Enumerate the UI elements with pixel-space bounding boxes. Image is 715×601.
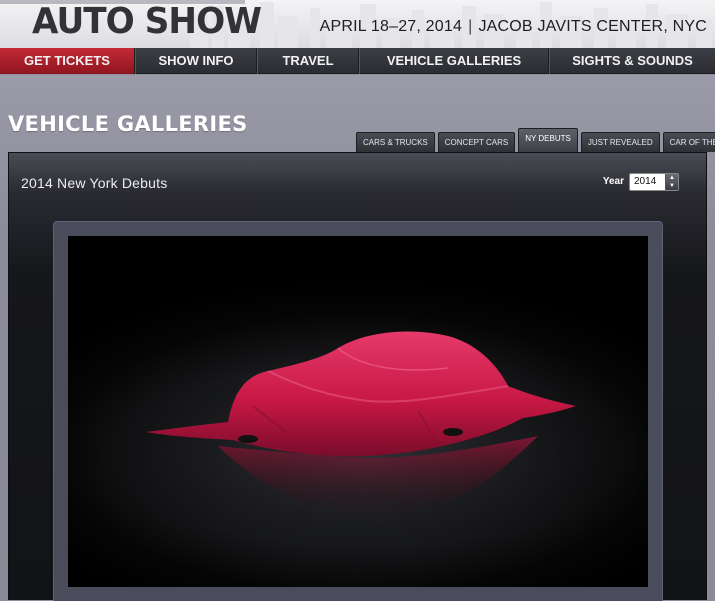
- gallery-title: 2014 New York Debuts: [21, 175, 168, 191]
- year-value: 2014: [634, 176, 657, 187]
- nav-travel[interactable]: TRAVEL: [257, 48, 359, 74]
- site-logo[interactable]: AUTO SHOW: [32, 2, 262, 42]
- year-select[interactable]: 2014 ▲ ▼: [629, 173, 679, 191]
- tab-ny-debuts[interactable]: NY DEBUTS: [518, 128, 578, 152]
- nav-show-info[interactable]: SHOW INFO: [135, 48, 257, 74]
- covered-car-photo[interactable]: [68, 236, 648, 587]
- gallery-image-frame: [53, 221, 663, 601]
- year-label: Year: [602, 176, 624, 187]
- page-title: VEHICLE GALLERIES: [8, 112, 248, 136]
- up-down-arrows-icon[interactable]: ▲ ▼: [665, 174, 678, 190]
- tab-car-of-the-year[interactable]: CAR OF THE YEAR: [662, 132, 715, 152]
- event-dates: APRIL 18–27, 2014: [319, 18, 463, 35]
- covered-car-illustration: [108, 331, 628, 546]
- tab-just-revealed[interactable]: JUST REVEALED: [580, 132, 660, 152]
- tab-cars-trucks[interactable]: CARS & TRUCKS: [356, 132, 435, 152]
- event-venue: JACOB JAVITS CENTER, NYC: [478, 18, 707, 35]
- site-header: AUTO SHOW APRIL 18–27, 2014 | JACOB JAVITS…: [0, 0, 715, 48]
- nav-sights-sounds[interactable]: SIGHTS & SOUNDS: [549, 48, 715, 74]
- event-info: APRIL 18–27, 2014 | JACOB JAVITS CENTER, N…: [320, 18, 707, 36]
- gallery-panel: 2014 New York Debuts Year 2014 ▲ ▼: [8, 152, 707, 601]
- tab-concept-cars[interactable]: CONCEPT CARS: [437, 132, 516, 152]
- main-nav: GET TICKETS SHOW INFO TRAVEL VEHICLE GAL…: [0, 48, 715, 74]
- gallery-tabs: CARS & TRUCKS CONCEPT CARS NY DEBUTS JUS…: [356, 128, 715, 152]
- event-separator: |: [468, 18, 473, 35]
- nav-vehicle-galleries[interactable]: VEHICLE GALLERIES: [359, 48, 549, 74]
- nav-get-tickets[interactable]: GET TICKETS: [0, 48, 135, 74]
